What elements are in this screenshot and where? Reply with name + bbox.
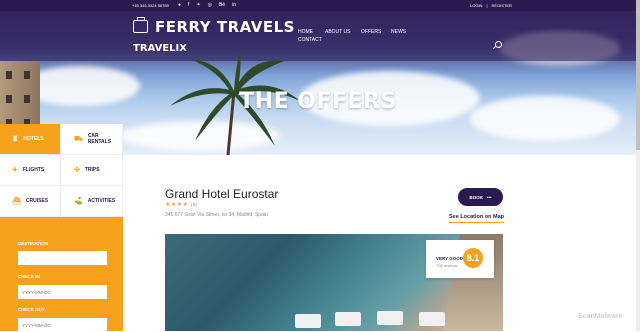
nav-contact[interactable]: CONTACT [298, 37, 322, 43]
see-location-link[interactable]: See Location on Map [449, 214, 505, 223]
checkin-field[interactable]: YYYY-MM-DD [18, 285, 107, 299]
star-rating: ★★★★ (5) [165, 201, 198, 208]
rating-reviews: 705 reviews [436, 263, 458, 268]
suitcase-icon [133, 17, 148, 33]
tab-label: HOTELS [23, 136, 44, 142]
tab-car-rentals[interactable]: ⛟ CAR RENTALS [62, 124, 123, 155]
nav-news[interactable]: NEWS [391, 29, 406, 35]
star-icons: ★★★★ [165, 202, 189, 208]
rating-score: 8.1 [463, 248, 483, 268]
top-bar: +45 345 3324 56789 ● f ✦ ◎ Bē in LOGIN |… [0, 0, 636, 11]
hotel-icon: ♜ [12, 136, 19, 143]
search-icon[interactable] [495, 41, 502, 48]
google-plus-icon[interactable]: ● [178, 2, 181, 8]
tab-flights[interactable]: ✈ FLIGHTS [0, 155, 61, 186]
register-link[interactable]: REGISTER [492, 3, 512, 8]
rating-label: VERY GOOD [436, 256, 464, 261]
hotel-name: Grand Hotel Eurostar [165, 187, 279, 201]
window [6, 71, 12, 79]
tab-label: CRUISES [25, 198, 49, 204]
tab-label: ACTIVITIES [87, 198, 116, 204]
behance-icon[interactable]: Bē [219, 2, 225, 8]
linkedin-icon[interactable]: in [232, 2, 236, 8]
plane-icon: ✈ [12, 167, 18, 174]
auth-links: LOGIN | REGISTER [470, 3, 512, 8]
instagram-icon[interactable]: ◎ [208, 2, 212, 8]
window [24, 71, 30, 79]
car-icon: ⛟ [74, 135, 83, 143]
tab-activities[interactable]: ⛳ ACTIVITIES [62, 186, 123, 217]
tab-label: TRIPS [84, 167, 100, 173]
nav-offers[interactable]: OFFERS [361, 29, 381, 35]
watermark: ScanMalware [578, 313, 623, 320]
brand-name: FERRY TRAVELS [155, 18, 295, 36]
scrollbar[interactable] [636, 0, 640, 331]
search-sidebar: ♜ HOTELS ⛟ CAR RENTALS ✈ FLIGHTS ✣ TRIPS… [0, 124, 123, 332]
booking-form: DESTINATION CHECK IN YYYY-MM-DD CHECK OU… [0, 217, 123, 332]
book-label: BOOK [469, 194, 483, 200]
facebook-icon[interactable]: f [188, 2, 189, 8]
tab-label: CAR RENTALS [87, 133, 112, 145]
hotel-address: 345 677 Gran Via Street, no 34, Madrid, … [165, 212, 268, 218]
trip-icon: ✣ [74, 167, 80, 174]
scrollbar-thumb[interactable] [636, 0, 640, 150]
lounger [377, 311, 403, 325]
nav-home[interactable]: HOME [298, 29, 313, 35]
nav-about[interactable]: ABOUT US [325, 29, 350, 35]
tab-hotels[interactable]: ♜ HOTELS [0, 124, 61, 155]
category-tabs: ♜ HOTELS ⛟ CAR RENTALS ✈ FLIGHTS ✣ TRIPS… [0, 124, 123, 217]
tab-cruises[interactable]: ⛴ CRUISES [0, 186, 61, 217]
checkout-field[interactable]: YYYY-MM-DD [18, 318, 107, 332]
rating-card: VERY GOOD 705 reviews 8.1 [426, 240, 494, 278]
review-count: (5) [190, 202, 198, 207]
cruise-icon: ⛴ [12, 198, 21, 205]
checkout-label: CHECK OUT [18, 307, 45, 312]
hero-overlay [0, 11, 636, 61]
phone-number: +45 345 3324 56789 [132, 3, 169, 8]
destination-label: DESTINATION [18, 241, 49, 246]
tab-label: FLIGHTS [22, 167, 45, 173]
checkin-label: CHECK IN [18, 274, 40, 279]
destination-field[interactable] [18, 251, 107, 265]
login-link[interactable]: LOGIN [470, 3, 482, 8]
activity-icon: ⛳ [74, 198, 83, 205]
twitter-icon[interactable]: ✦ [196, 2, 200, 8]
lounger [335, 312, 361, 326]
lounger [295, 314, 321, 328]
social-links: ● f ✦ ◎ Bē in [178, 2, 236, 8]
brand-subtitle: TRAVELIX [133, 43, 187, 54]
lounger [419, 312, 445, 326]
book-button[interactable]: BOOK ••• [458, 188, 503, 206]
page-title: THE OFFERS [239, 89, 397, 114]
tab-trips[interactable]: ✣ TRIPS [62, 155, 123, 186]
auth-separator: | [486, 3, 488, 8]
arrow-icon: ••• [486, 194, 492, 200]
